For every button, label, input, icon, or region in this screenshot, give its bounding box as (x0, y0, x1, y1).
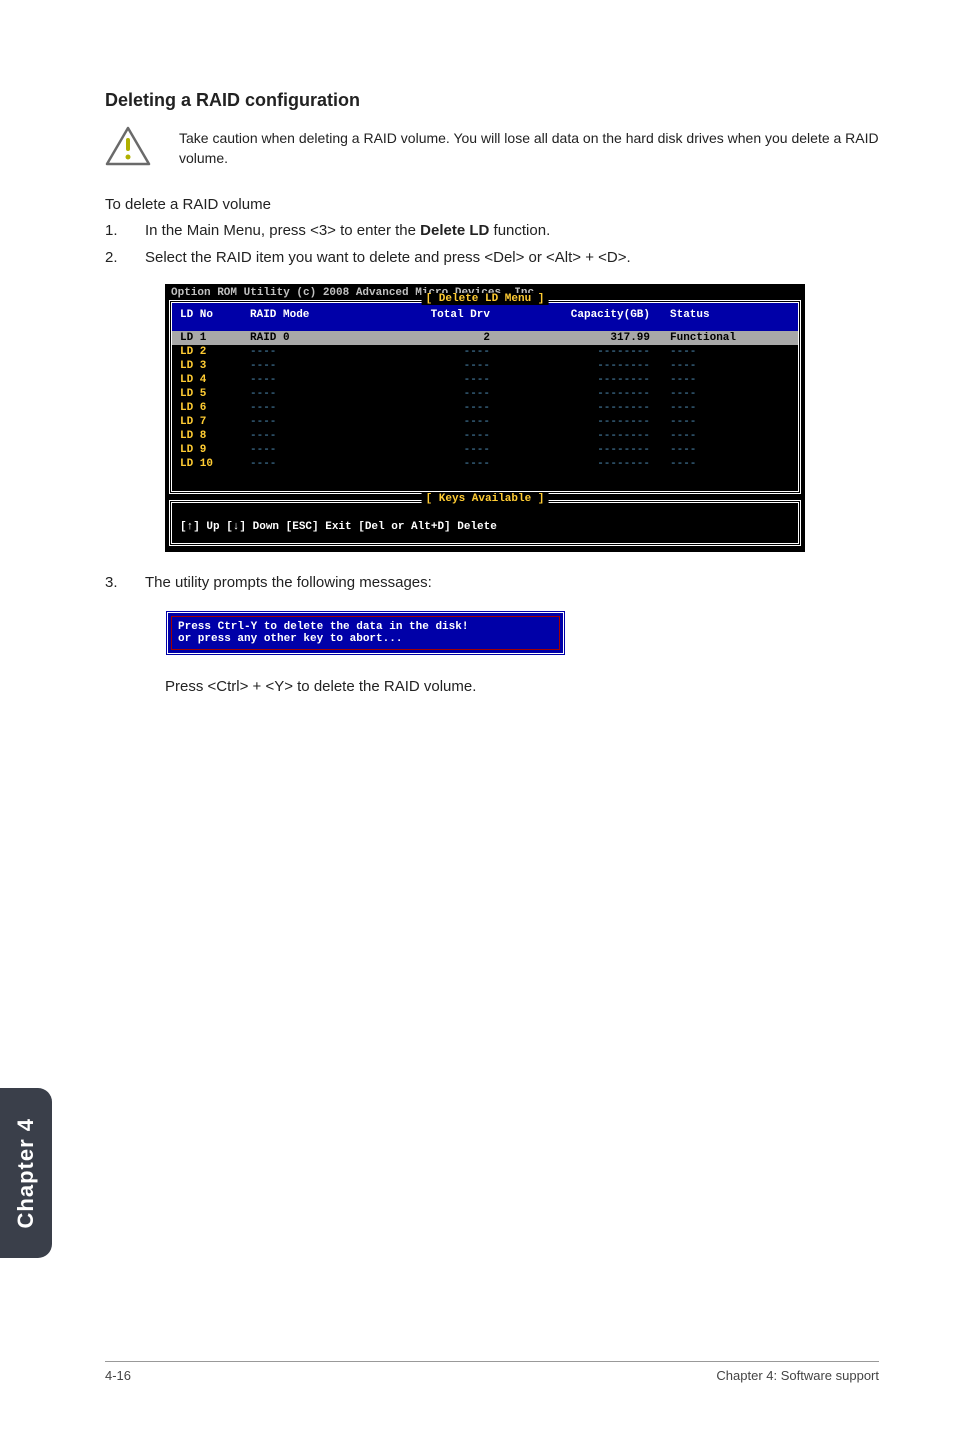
bios-keys-label: [ Keys Available ] (422, 493, 549, 505)
cell-ld: LD 1 (180, 332, 250, 344)
step1-bold: Delete LD (420, 222, 489, 239)
cell-mode: ---- (250, 416, 370, 428)
cell-status: ---- (670, 402, 790, 414)
cell-status: ---- (670, 360, 790, 372)
cell-drv: 2 (370, 332, 510, 344)
cell-ld: LD 3 (180, 360, 250, 372)
cell-status: Functional (670, 332, 790, 344)
cell-mode: ---- (250, 458, 370, 470)
step-number: 2. (105, 247, 145, 270)
bios-screenshot: Option ROM Utility (c) 2008 Advanced Mic… (165, 284, 805, 552)
cell-drv: ---- (370, 346, 510, 358)
chapter-tab: Chapter 4 (0, 1088, 52, 1258)
cell-drv: ---- (370, 360, 510, 372)
cell-mode: ---- (250, 346, 370, 358)
cell-mode: ---- (250, 360, 370, 372)
cell-ld: LD 6 (180, 402, 250, 414)
col-cap: Capacity(GB) (510, 309, 670, 321)
bios-body: LD 1 RAID 0 2 317.99 Functional LD 2----… (172, 331, 798, 491)
step-number: 1. (105, 220, 145, 243)
bios-row: LD 9-------------------- (172, 443, 798, 457)
cell-ld: LD 10 (180, 458, 250, 470)
cell-cap: 317.99 (510, 332, 670, 344)
warning-icon (105, 126, 151, 166)
cell-drv: ---- (370, 430, 510, 442)
cell-mode: ---- (250, 374, 370, 386)
cell-mode: RAID 0 (250, 332, 370, 344)
bios-row: LD 10-------------------- (172, 457, 798, 471)
bios-header-row: LD No RAID Mode Total Drv Capacity(GB) S… (172, 303, 798, 331)
col-drv: Total Drv (370, 309, 510, 321)
step1-post: function. (489, 222, 550, 239)
confirm-dialog: Press Ctrl-Y to delete the data in the d… (165, 610, 566, 656)
cell-ld: LD 2 (180, 346, 250, 358)
cell-drv: ---- (370, 388, 510, 400)
cell-drv: ---- (370, 444, 510, 456)
step3-text: The utility prompts the following messag… (145, 572, 432, 595)
bios-row: LD 6-------------------- (172, 401, 798, 415)
step-1: 1. In the Main Menu, press <3> to enter … (105, 220, 879, 243)
cell-cap: -------- (510, 416, 670, 428)
cell-status: ---- (670, 416, 790, 428)
bios-menu-label: [ Delete LD Menu ] (422, 293, 549, 305)
footer-page: 4-16 (105, 1368, 131, 1383)
cell-ld: LD 8 (180, 430, 250, 442)
cell-status: ---- (670, 430, 790, 442)
cell-mode: ---- (250, 402, 370, 414)
step-3: 3. The utility prompts the following mes… (105, 572, 879, 595)
cell-cap: -------- (510, 374, 670, 386)
lead-text: To delete a RAID volume (105, 194, 879, 217)
bios-row: LD 7-------------------- (172, 415, 798, 429)
step2-text: Select the RAID item you want to delete … (145, 247, 631, 270)
cell-cap: -------- (510, 402, 670, 414)
cell-cap: -------- (510, 360, 670, 372)
step-number: 3. (105, 572, 145, 595)
confirm-line1: Press Ctrl-Y to delete the data in the d… (178, 621, 553, 633)
footer-chapter: Chapter 4: Software support (716, 1368, 879, 1383)
col-mode: RAID Mode (250, 309, 370, 321)
cell-cap: -------- (510, 346, 670, 358)
bios-row: LD 2-------------------- (172, 345, 798, 359)
cell-cap: -------- (510, 444, 670, 456)
cell-cap: -------- (510, 388, 670, 400)
bios-keys-text: [↑] Up [↓] Down [ESC] Exit [Del or Alt+D… (172, 503, 798, 543)
bios-row: LD 3-------------------- (172, 359, 798, 373)
bios-row: LD 8-------------------- (172, 429, 798, 443)
bios-row: LD 4-------------------- (172, 373, 798, 387)
cell-drv: ---- (370, 374, 510, 386)
cell-cap: -------- (510, 430, 670, 442)
cell-ld: LD 4 (180, 374, 250, 386)
cell-cap: -------- (510, 458, 670, 470)
caution-block: Take caution when deleting a RAID volume… (105, 126, 879, 169)
cell-ld: LD 7 (180, 416, 250, 428)
cell-mode: ---- (250, 430, 370, 442)
cell-status: ---- (670, 346, 790, 358)
cell-drv: ---- (370, 402, 510, 414)
cell-status: ---- (670, 388, 790, 400)
closing-text: Press <Ctrl> + <Y> to delete the RAID vo… (165, 676, 879, 699)
section-heading: Deleting a RAID configuration (105, 90, 879, 111)
col-ld: LD No (180, 309, 250, 321)
bios-row-selected: LD 1 RAID 0 2 317.99 Functional (172, 331, 798, 345)
confirm-line2: or press any other key to abort... (178, 633, 553, 645)
cell-status: ---- (670, 458, 790, 470)
page-footer: 4-16 Chapter 4: Software support (105, 1361, 879, 1383)
cell-drv: ---- (370, 458, 510, 470)
bios-row: LD 5-------------------- (172, 387, 798, 401)
cell-mode: ---- (250, 444, 370, 456)
cell-drv: ---- (370, 416, 510, 428)
cell-mode: ---- (250, 388, 370, 400)
caution-text: Take caution when deleting a RAID volume… (179, 126, 879, 169)
cell-ld: LD 9 (180, 444, 250, 456)
step1-pre: In the Main Menu, press <3> to enter the (145, 222, 420, 239)
step-2: 2. Select the RAID item you want to dele… (105, 247, 879, 270)
cell-status: ---- (670, 444, 790, 456)
cell-ld: LD 5 (180, 388, 250, 400)
col-status: Status (670, 309, 790, 321)
chapter-tab-label: Chapter 4 (13, 1118, 39, 1228)
cell-status: ---- (670, 374, 790, 386)
